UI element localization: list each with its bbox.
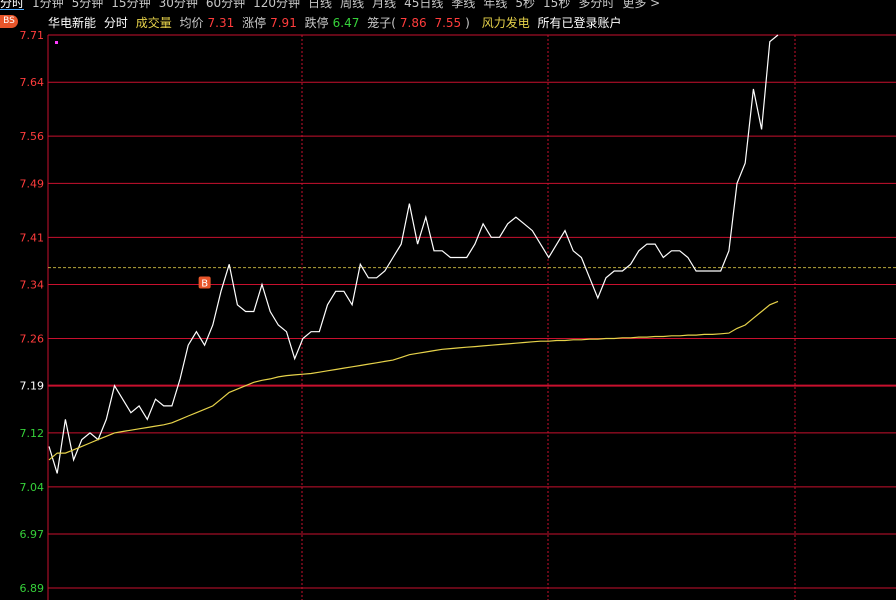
chart-grid — [47, 34, 896, 600]
chart-markers: B — [55, 41, 211, 290]
avg-price-line — [48, 300, 779, 461]
y-tick-label-10: 6.97 — [20, 528, 45, 541]
indicator-dot-icon — [55, 41, 58, 44]
y-axis-labels: 7.71 7.64 7.56 7.49 7.41 7.34 7.26 7.19 7.12 7.04… — [20, 29, 45, 595]
price-line — [48, 34, 779, 474]
chart-lines — [48, 34, 779, 474]
y-tick-label-5: 7.34 — [20, 279, 45, 292]
y-tick-label-0: 7.71 — [20, 29, 45, 42]
y-tick-label-7: 7.19 — [20, 380, 45, 393]
intraday-chart[interactable]: 7.71 7.64 7.56 7.49 7.41 7.34 7.26 7.19 7.12 7.04… — [0, 0, 896, 600]
y-tick-label-6: 7.26 — [20, 332, 45, 345]
y-tick-label-1: 7.64 — [20, 76, 45, 89]
y-tick-label-8: 7.12 — [20, 427, 45, 440]
y-tick-label-11: 6.89 — [20, 582, 45, 595]
y-tick-label-9: 7.04 — [20, 481, 45, 494]
buy-marker-label: B — [201, 279, 208, 290]
y-tick-label-2: 7.56 — [20, 130, 45, 143]
y-tick-label-3: 7.49 — [20, 177, 45, 190]
y-tick-label-4: 7.41 — [20, 231, 45, 244]
